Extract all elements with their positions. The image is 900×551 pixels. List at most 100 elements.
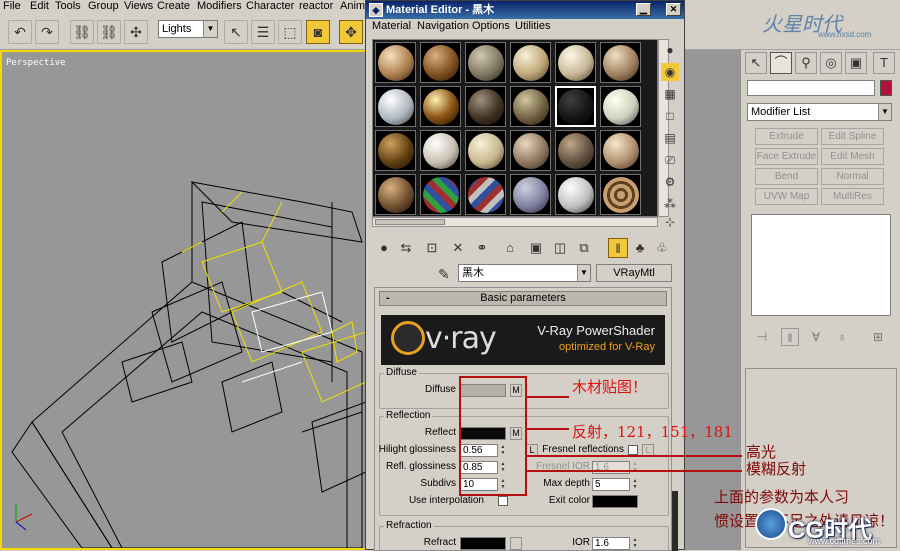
unlink-icon[interactable]: ⛓ <box>97 20 121 44</box>
show-end-result-icon[interactable]: ⧉ <box>574 238 594 258</box>
exit-color-swatch[interactable] <box>592 495 638 508</box>
minimize-icon[interactable]: ▁ <box>636 3 651 16</box>
remove-modifier-icon[interactable]: ♁ <box>833 328 851 346</box>
use-interpolation-checkbox[interactable] <box>498 496 508 506</box>
modifier-stack[interactable] <box>751 214 891 316</box>
select-by-material-icon[interactable]: ⁂ <box>661 195 679 213</box>
menu-reactor[interactable]: reactor <box>299 0 333 13</box>
menu-create[interactable]: Create <box>157 0 190 13</box>
extrude-button[interactable]: Extrude <box>755 128 818 145</box>
rectangle-selection-icon[interactable]: ⬚ <box>278 20 302 44</box>
sample-slot[interactable] <box>375 86 416 127</box>
sample-slot[interactable] <box>555 130 596 171</box>
put-to-scene-icon[interactable]: ⇆ <box>396 238 416 258</box>
bend-button[interactable]: Bend <box>755 168 818 185</box>
make-unique-icon[interactable]: ∀ <box>807 328 825 346</box>
sample-slot[interactable] <box>600 174 641 215</box>
redo-icon[interactable]: ↷ <box>35 20 59 44</box>
selection-filter-dropdown[interactable]: Lights ▼ <box>158 20 218 38</box>
sample-slot[interactable] <box>375 130 416 171</box>
ior-spinner[interactable]: 1.6 <box>592 537 630 550</box>
menu-utilities[interactable]: Utilities <box>515 20 550 32</box>
scroll-thumb[interactable] <box>375 219 445 225</box>
edit-spline-button[interactable]: Edit Spline <box>821 128 884 145</box>
uvw-map-button[interactable]: UVW Map <box>755 188 818 205</box>
sample-slot[interactable] <box>375 174 416 215</box>
face-extrude-button[interactable]: Face Extrude <box>755 148 818 165</box>
show-end-result-icon[interactable]: ‖ <box>781 328 799 346</box>
sample-slot[interactable] <box>420 174 461 215</box>
material-effects-channel-icon[interactable]: ▣ <box>526 238 546 258</box>
make-preview-icon[interactable]: ⎚ <box>661 151 679 169</box>
window-crossing-icon[interactable]: ◙ <box>306 20 330 44</box>
motion-tab-icon[interactable]: ◎ <box>820 52 842 74</box>
modifier-list-dropdown[interactable]: Modifier List ▼ <box>747 103 892 121</box>
sample-slot[interactable] <box>375 42 416 83</box>
background-icon[interactable]: ▦ <box>661 85 679 103</box>
video-color-check-icon[interactable]: ▤ <box>661 129 679 147</box>
sample-slot[interactable] <box>555 42 596 83</box>
backlight-icon[interactable]: ◉ <box>661 63 679 81</box>
basic-parameters-rollout-header[interactable]: - Basic parameters <box>379 291 667 306</box>
spinner-arrows-icon[interactable]: ▲▼ <box>631 461 639 474</box>
material-name-field[interactable]: 黑木 ▼ <box>458 264 591 282</box>
multires-button[interactable]: MultiRes <box>821 188 884 205</box>
normal-button[interactable]: Normal <box>821 168 884 185</box>
options-icon[interactable]: ⚙ <box>661 173 679 191</box>
sample-slot[interactable] <box>510 130 551 171</box>
material-editor-titlebar[interactable]: ◆ Material Editor - 黑木 ▁ ✕ <box>366 1 684 19</box>
sample-slot[interactable] <box>465 130 506 171</box>
make-unique-icon[interactable]: ⚭ <box>472 238 492 258</box>
menu-navigation[interactable]: Navigation <box>417 20 469 32</box>
close-icon[interactable]: ✕ <box>666 3 681 16</box>
utilities-tab-icon[interactable]: T <box>873 52 895 74</box>
select-move-icon[interactable]: ✥ <box>339 20 363 44</box>
sample-slot[interactable] <box>600 42 641 83</box>
select-object-icon[interactable]: ↖ <box>224 20 248 44</box>
object-name-field[interactable] <box>747 80 875 96</box>
sample-slot[interactable] <box>420 42 461 83</box>
show-map-icon[interactable]: ◫ <box>550 238 570 258</box>
sample-slot[interactable] <box>465 86 506 127</box>
fresnel-reflections-checkbox[interactable] <box>628 445 638 455</box>
spinner-arrows-icon[interactable]: ▲▼ <box>631 537 639 550</box>
max-depth-spinner[interactable]: 5 <box>592 478 630 491</box>
sample-slot[interactable] <box>510 42 551 83</box>
reset-map-icon[interactable]: ✕ <box>448 238 468 258</box>
sample-slot[interactable] <box>465 174 506 215</box>
menu-character[interactable]: Character <box>246 0 294 13</box>
sample-slot[interactable] <box>420 130 461 171</box>
sample-slot[interactable] <box>465 42 506 83</box>
menu-material[interactable]: Material <box>372 20 411 32</box>
bind-spacewarp-icon[interactable]: ✣ <box>124 20 148 44</box>
sample-slot[interactable] <box>555 174 596 215</box>
assign-to-selection-icon[interactable]: ⊡ <box>422 238 442 258</box>
pin-stack-icon[interactable]: ⊣ <box>753 328 771 346</box>
create-tab-icon[interactable]: ↖ <box>745 52 767 74</box>
edit-mesh-button[interactable]: Edit Mesh <box>821 148 884 165</box>
fresnel-ior-spinner[interactable]: 1.6 <box>592 461 630 474</box>
menu-group[interactable]: Group <box>88 0 119 13</box>
menu-options[interactable]: Options <box>472 20 510 32</box>
sample-slot[interactable] <box>510 86 551 127</box>
display-tab-icon[interactable]: ▣ <box>845 52 867 74</box>
hierarchy-tab-icon[interactable]: ⚲ <box>795 52 817 74</box>
menu-edit[interactable]: Edit <box>30 0 49 13</box>
sample-slot-selected[interactable] <box>555 86 596 127</box>
go-forward-sibling-icon[interactable]: ♣ <box>630 238 650 258</box>
modify-tab-icon[interactable]: ⌒ <box>770 52 792 74</box>
material-navigator-icon[interactable]: ⊹ <box>661 213 679 231</box>
sample-slot[interactable] <box>510 174 551 215</box>
menu-views[interactable]: Views <box>124 0 153 13</box>
configure-sets-icon[interactable]: ⊞ <box>869 328 887 346</box>
material-type-button[interactable]: VRayMtl <box>596 264 672 282</box>
eyedropper-icon[interactable]: ✎ <box>438 266 450 283</box>
panel-scroll-indicator[interactable] <box>672 491 678 551</box>
put-to-library-icon[interactable]: ⌂ <box>500 238 520 258</box>
slots-horizontal-scrollbar[interactable] <box>372 217 658 227</box>
sample-slot[interactable] <box>600 130 641 171</box>
pick-material-icon[interactable]: ♧ <box>652 238 672 258</box>
get-material-icon[interactable]: ● <box>374 238 394 258</box>
menu-modifiers[interactable]: Modifiers <box>197 0 242 13</box>
menu-tools[interactable]: Tools <box>55 0 81 13</box>
